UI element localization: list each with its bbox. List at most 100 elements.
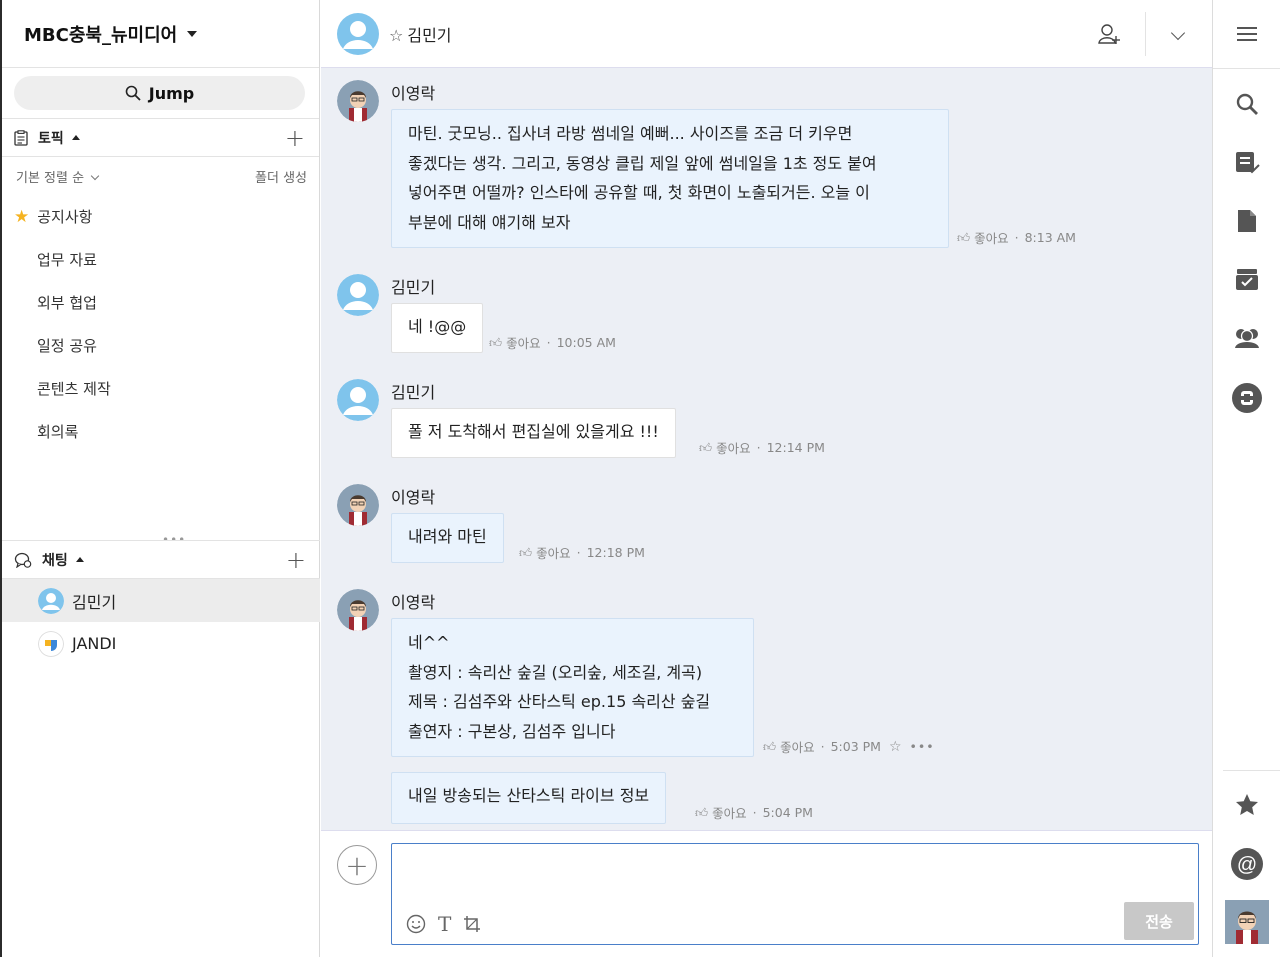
- more-options-icon[interactable]: •••: [910, 739, 935, 754]
- thumbs-up-icon[interactable]: 👍︎: [699, 440, 712, 456]
- caret-up-icon: [71, 135, 80, 140]
- message-list-icon[interactable]: [1213, 150, 1280, 176]
- like-label[interactable]: 좋아요: [716, 438, 751, 457]
- topic-item[interactable]: 일정 공유: [2, 324, 319, 367]
- search-icon[interactable]: [1213, 92, 1280, 116]
- topic-item[interactable]: 회의록: [2, 410, 319, 453]
- mention-icon[interactable]: @: [1213, 847, 1280, 881]
- message-composer: + T 전송: [321, 830, 1212, 957]
- invite-user-icon[interactable]: [1097, 22, 1121, 46]
- topic-item[interactable]: ★ 공지사항: [2, 195, 319, 238]
- message-meta: 👍︎ 좋아요 · 10:05 AM: [489, 333, 616, 352]
- file-icon[interactable]: [1213, 208, 1280, 234]
- message-meta: 👍︎ 좋아요 · 5:04 PM: [695, 803, 813, 822]
- user-avatar[interactable]: [337, 589, 379, 631]
- topic-label: 업무 자료: [37, 251, 97, 269]
- thumbs-up-icon[interactable]: 👍︎: [489, 335, 502, 351]
- members-icon[interactable]: [1213, 326, 1280, 350]
- like-label[interactable]: 좋아요: [780, 737, 815, 756]
- chat-main: ☆ 김민기 이영락 마틴. 굿모닝.. 집사녀 라방 썸네일 예뻐... 사이즈를…: [321, 0, 1212, 957]
- message-bubble[interactable]: 네^^ 촬영지 : 속리산 숲길 (오리숲, 세조길, 계곡) 제목 : 김섬주…: [391, 618, 754, 757]
- add-topic-button[interactable]: +: [285, 126, 305, 150]
- sender-name[interactable]: 이영락: [391, 484, 435, 508]
- topic-item[interactable]: 콘텐츠 제작: [2, 367, 319, 410]
- default-avatar-icon[interactable]: [337, 274, 379, 316]
- add-chat-button[interactable]: +: [286, 548, 306, 572]
- message-line: 제목 : 김섬주와 산타스틱 ep.15 속리산 숲길: [408, 692, 711, 711]
- topic-item[interactable]: 외부 협업: [2, 281, 319, 324]
- chat-header-bar: ☆ 김민기: [321, 0, 1212, 68]
- message-line: 부분에 대해 얘기해 보자: [408, 212, 571, 232]
- archive-check-icon[interactable]: [1213, 266, 1280, 292]
- thumbs-up-icon[interactable]: 👍︎: [957, 230, 970, 246]
- message-time: 8:13 AM: [1024, 230, 1076, 245]
- caret-down-icon: [187, 30, 198, 37]
- chat-header-label: 채팅: [42, 552, 68, 569]
- message-line: 폴 저 도착해서 편집실에 있을게요 !!!: [408, 422, 659, 441]
- chat-bubble-icon: [14, 552, 32, 568]
- chat-label: JANDI: [72, 634, 117, 653]
- message-meta: 👍︎ 좋아요 · 12:14 PM: [699, 438, 825, 457]
- like-label[interactable]: 좋아요: [536, 543, 571, 562]
- app-window: MBC충북_뉴미디어 Jump 토픽 + 기본 정렬 순 폴더 생성 ★ 공지사…: [0, 0, 1280, 957]
- topic-label: 외부 협업: [37, 294, 97, 312]
- default-avatar-icon[interactable]: [337, 379, 379, 421]
- chat-item-jandi[interactable]: JANDI: [2, 622, 320, 665]
- topic-item[interactable]: 업무 자료: [2, 238, 319, 281]
- integration-icon[interactable]: [1213, 382, 1280, 414]
- message-bubble[interactable]: 네 !@@: [391, 303, 484, 353]
- sender-name[interactable]: 김민기: [391, 274, 435, 298]
- team-name: MBC충북_뉴미디어: [24, 24, 178, 46]
- topic-label: 일정 공유: [37, 337, 97, 355]
- message-input[interactable]: T 전송: [391, 843, 1199, 945]
- sort-label: 기본 정렬 순: [16, 170, 85, 186]
- like-label[interactable]: 좋아요: [506, 333, 541, 352]
- add-attachment-button[interactable]: +: [337, 845, 377, 885]
- message-bubble[interactable]: 마틴. 굿모닝.. 집사녀 라방 썸네일 예뻐... 사이즈를 조금 더 키우면…: [391, 109, 949, 248]
- star-filled-icon[interactable]: [1213, 792, 1280, 818]
- sender-name[interactable]: 이영락: [391, 589, 435, 613]
- message-time: 5:04 PM: [762, 805, 813, 820]
- message-bubble[interactable]: 폴 저 도착해서 편집실에 있을게요 !!!: [391, 408, 676, 458]
- user-avatar[interactable]: [337, 80, 379, 122]
- message-bubble[interactable]: 내일 방송되는 산타스틱 라이브 정보: [391, 772, 667, 824]
- send-button[interactable]: 전송: [1124, 902, 1194, 940]
- user-avatar[interactable]: [337, 484, 379, 526]
- menu-icon[interactable]: [1213, 24, 1280, 44]
- team-switcher[interactable]: MBC충북_뉴미디어: [2, 0, 319, 68]
- jump-button[interactable]: Jump: [14, 76, 305, 110]
- message-time: 12:14 PM: [766, 440, 825, 455]
- topics-header[interactable]: 토픽 +: [2, 119, 319, 157]
- message-line: 내려와 마틴: [408, 527, 487, 546]
- message-line: 마틴. 굿모닝.. 집사녀 라방 썸네일 예뻐... 사이즈를 조금 더 키우면: [408, 124, 853, 143]
- crop-icon[interactable]: [463, 915, 481, 933]
- chat-item-kim[interactable]: 김민기: [2, 579, 320, 622]
- sort-dropdown[interactable]: 기본 정렬 순: [16, 167, 100, 186]
- emoji-icon[interactable]: [406, 914, 426, 934]
- message-meta: 👍︎ 좋아요 · 5:03 PM ☆ •••: [763, 737, 935, 756]
- thumbs-up-icon[interactable]: 👍︎: [519, 545, 532, 561]
- chat-title: 김민기: [407, 25, 452, 45]
- text-format-icon[interactable]: T: [438, 912, 451, 936]
- star-outline-icon[interactable]: ☆: [389, 26, 403, 45]
- create-folder-link[interactable]: 폴더 생성: [255, 167, 307, 186]
- message-line: 내일 방송되는 산타스틱 라이브 정보: [408, 786, 650, 805]
- star-outline-icon[interactable]: ☆: [889, 739, 902, 755]
- like-label[interactable]: 좋아요: [974, 228, 1009, 247]
- sender-name[interactable]: 김민기: [391, 379, 435, 403]
- message-time: 12:18 PM: [586, 545, 645, 560]
- message-bubble[interactable]: 내려와 마틴: [391, 513, 504, 563]
- jump-label: Jump: [148, 83, 195, 103]
- topic-list: ★ 공지사항 업무 자료 외부 협업 일정 공유 콘텐츠 제작 회의록: [2, 195, 319, 453]
- chevron-down-icon[interactable]: [1170, 25, 1186, 41]
- my-profile-avatar[interactable]: [1213, 900, 1280, 944]
- sender-name[interactable]: 이영락: [391, 80, 435, 104]
- chat-header[interactable]: 채팅 +: [2, 541, 320, 579]
- thumbs-up-icon[interactable]: 👍︎: [763, 739, 776, 755]
- default-avatar-icon: [38, 587, 64, 614]
- like-label[interactable]: 좋아요: [712, 803, 747, 822]
- thumbs-up-icon[interactable]: 👍︎: [695, 805, 708, 821]
- message-line: 출연자 : 구본상, 김섬주 입니다: [408, 721, 616, 741]
- topic-label: 공지사항: [37, 208, 93, 226]
- message-line: 촬영지 : 속리산 숲길 (오리숲, 세조길, 계곡): [408, 662, 703, 682]
